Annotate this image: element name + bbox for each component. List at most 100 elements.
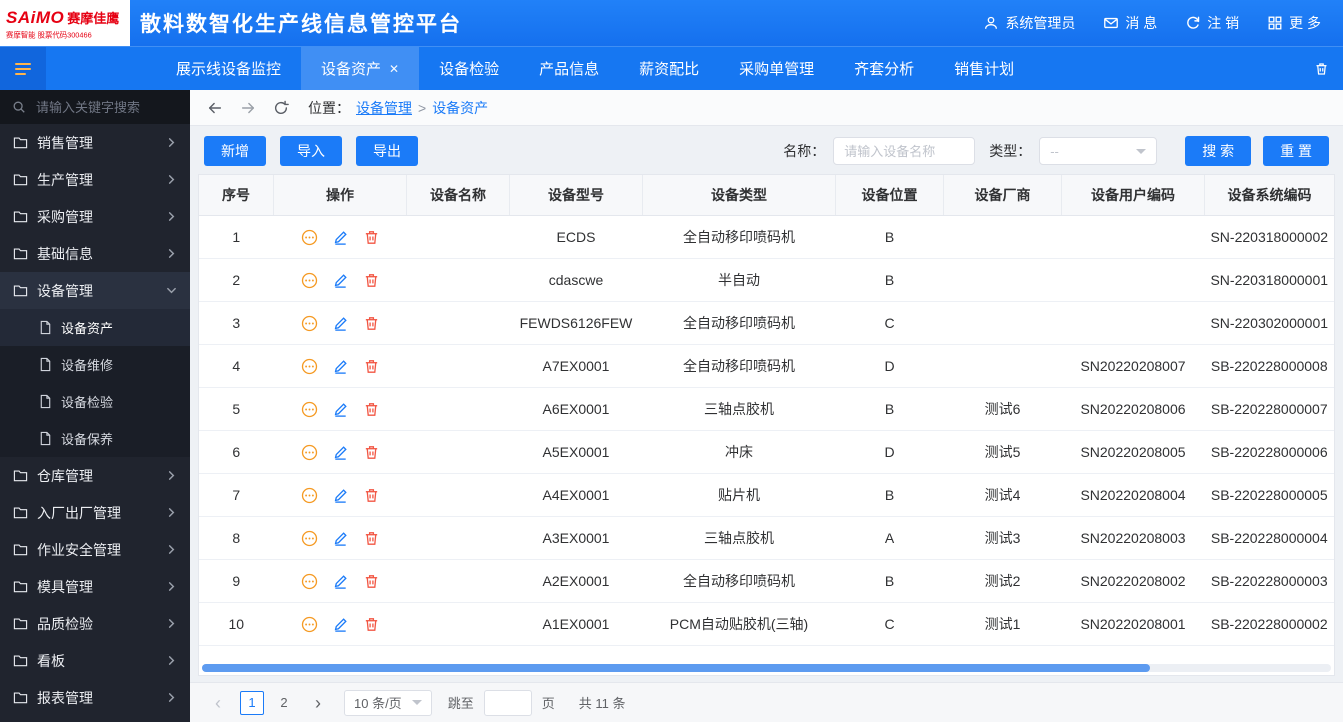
sidebar-item-仓库管理[interactable]: 仓库管理: [0, 457, 190, 494]
next-page-icon[interactable]: ›: [306, 691, 330, 715]
topbar-action-user[interactable]: 系统管理员: [983, 13, 1075, 33]
edit-icon[interactable]: [332, 401, 349, 418]
tab-strip: 展示线设备监控设备资产✕设备检验产品信息薪资配比采购单管理齐套分析销售计划: [156, 47, 1034, 90]
refresh-icon[interactable]: [273, 100, 289, 116]
delete-icon[interactable]: [363, 573, 380, 590]
more-icon[interactable]: [301, 358, 318, 375]
more-icon[interactable]: [301, 272, 318, 289]
topbar-action-more[interactable]: 更 多: [1267, 13, 1321, 33]
topbar-action-messages[interactable]: 消 息: [1103, 13, 1157, 33]
jump-page-input[interactable]: [484, 690, 532, 716]
sidebar-item-入厂出厂管理[interactable]: 入厂出厂管理: [0, 494, 190, 531]
cell-sys_code: SB-220228000004: [1205, 517, 1335, 560]
chevron-right-icon: [166, 211, 177, 222]
tab-设备资产[interactable]: 设备资产✕: [301, 47, 419, 90]
sidebar-item-采购管理[interactable]: 采购管理: [0, 198, 190, 235]
sidebar-subitem-设备检验[interactable]: 设备检验: [0, 383, 190, 420]
search-button[interactable]: 搜 索: [1185, 136, 1251, 166]
tab-齐套分析[interactable]: 齐套分析: [834, 47, 934, 90]
more-icon[interactable]: [301, 530, 318, 547]
more-icon[interactable]: [301, 315, 318, 332]
more-icon[interactable]: [301, 616, 318, 633]
tab-close-icon[interactable]: ✕: [389, 62, 399, 76]
delete-icon[interactable]: [363, 616, 380, 633]
folder-icon: [13, 172, 28, 187]
sidebar-item-销售管理[interactable]: 销售管理: [0, 124, 190, 161]
sidebar-item-看板[interactable]: 看板: [0, 642, 190, 679]
page-unit-label: 页: [542, 693, 555, 712]
column-header-设备位置: 设备位置: [836, 175, 944, 216]
edit-icon[interactable]: [332, 616, 349, 633]
delete-icon[interactable]: [363, 401, 380, 418]
sidebar-item-生产管理[interactable]: 生产管理: [0, 161, 190, 198]
sidebar-item-设备管理[interactable]: 设备管理: [0, 272, 190, 309]
edit-icon[interactable]: [332, 487, 349, 504]
edit-icon[interactable]: [332, 444, 349, 461]
delete-icon[interactable]: [363, 358, 380, 375]
more-icon[interactable]: [301, 444, 318, 461]
delete-icon[interactable]: [363, 229, 380, 246]
delete-icon[interactable]: [363, 444, 380, 461]
tab-采购单管理[interactable]: 采购单管理: [719, 47, 834, 90]
tab-设备检验[interactable]: 设备检验: [419, 47, 519, 90]
sidebar-item-基础信息[interactable]: 基础信息: [0, 235, 190, 272]
mail-icon: [1103, 15, 1119, 31]
reset-button[interactable]: 重 置: [1263, 136, 1329, 166]
topbar-action-logout[interactable]: 注 销: [1185, 13, 1239, 33]
page-size-select[interactable]: 10 条/页: [344, 690, 432, 716]
chevron-right-icon: [166, 655, 177, 666]
edit-icon[interactable]: [332, 530, 349, 547]
sidebar-subitem-设备资产[interactable]: 设备资产: [0, 309, 190, 346]
more-icon[interactable]: [301, 487, 318, 504]
more-icon[interactable]: [301, 401, 318, 418]
sidebar-subitem-设备维修[interactable]: 设备维修: [0, 346, 190, 383]
horizontal-scrollbar[interactable]: [202, 664, 1331, 672]
page-button-2[interactable]: 2: [272, 691, 296, 715]
tab-薪资配比[interactable]: 薪资配比: [619, 47, 719, 90]
delete-icon[interactable]: [363, 530, 380, 547]
breadcrumb-link-parent[interactable]: 设备管理: [356, 98, 412, 118]
edit-icon[interactable]: [332, 573, 349, 590]
more-icon[interactable]: [301, 229, 318, 246]
edit-icon[interactable]: [332, 229, 349, 246]
edit-icon[interactable]: [332, 315, 349, 332]
more-icon[interactable]: [301, 573, 318, 590]
sidebar-item-作业安全管理[interactable]: 作业安全管理: [0, 531, 190, 568]
edit-icon[interactable]: [332, 272, 349, 289]
prev-page-icon[interactable]: ‹: [206, 691, 230, 715]
cell-sys_code: SB-220228000005: [1205, 474, 1335, 517]
cell-type: 全自动移印喷码机: [643, 345, 836, 388]
clear-tabs-icon[interactable]: [1300, 47, 1343, 90]
sidebar-subitem-设备保养[interactable]: 设备保养: [0, 420, 190, 457]
edit-icon[interactable]: [332, 358, 349, 375]
add-button[interactable]: 新增: [204, 136, 266, 166]
device-type-select[interactable]: --: [1039, 137, 1157, 165]
sidebar-item-报表管理[interactable]: 报表管理: [0, 679, 190, 716]
page-button-1[interactable]: 1: [240, 691, 264, 715]
import-button[interactable]: 导入: [280, 136, 342, 166]
cell-operations: [274, 259, 407, 302]
menu-toggle-icon[interactable]: [0, 47, 46, 90]
delete-icon[interactable]: [363, 487, 380, 504]
breadcrumb-link-current[interactable]: 设备资产: [432, 98, 488, 118]
chevron-right-icon: [166, 137, 177, 148]
delete-icon[interactable]: [363, 315, 380, 332]
device-name-input[interactable]: [833, 137, 975, 165]
table-row: 3FEWDS6126FEW全自动移印喷码机CSN-220302000001: [199, 302, 1334, 345]
tab-展示线设备监控[interactable]: 展示线设备监控: [156, 47, 301, 90]
sidebar-search[interactable]: [0, 90, 190, 124]
sidebar-search-input[interactable]: [34, 99, 178, 116]
tab-销售计划[interactable]: 销售计划: [934, 47, 1034, 90]
cell-operations: [274, 302, 407, 345]
name-filter-label: 名称：: [783, 141, 825, 161]
sidebar-item-品质检验[interactable]: 品质检验: [0, 605, 190, 642]
delete-icon[interactable]: [363, 272, 380, 289]
sidebar-item-模具管理[interactable]: 模具管理: [0, 568, 190, 605]
tab-产品信息[interactable]: 产品信息: [519, 47, 619, 90]
document-icon: [38, 320, 53, 335]
forward-icon[interactable]: [240, 100, 256, 116]
scrollbar-thumb[interactable]: [202, 664, 1150, 672]
chevron-right-icon: [166, 692, 177, 703]
back-icon[interactable]: [207, 100, 223, 116]
export-button[interactable]: 导出: [356, 136, 418, 166]
